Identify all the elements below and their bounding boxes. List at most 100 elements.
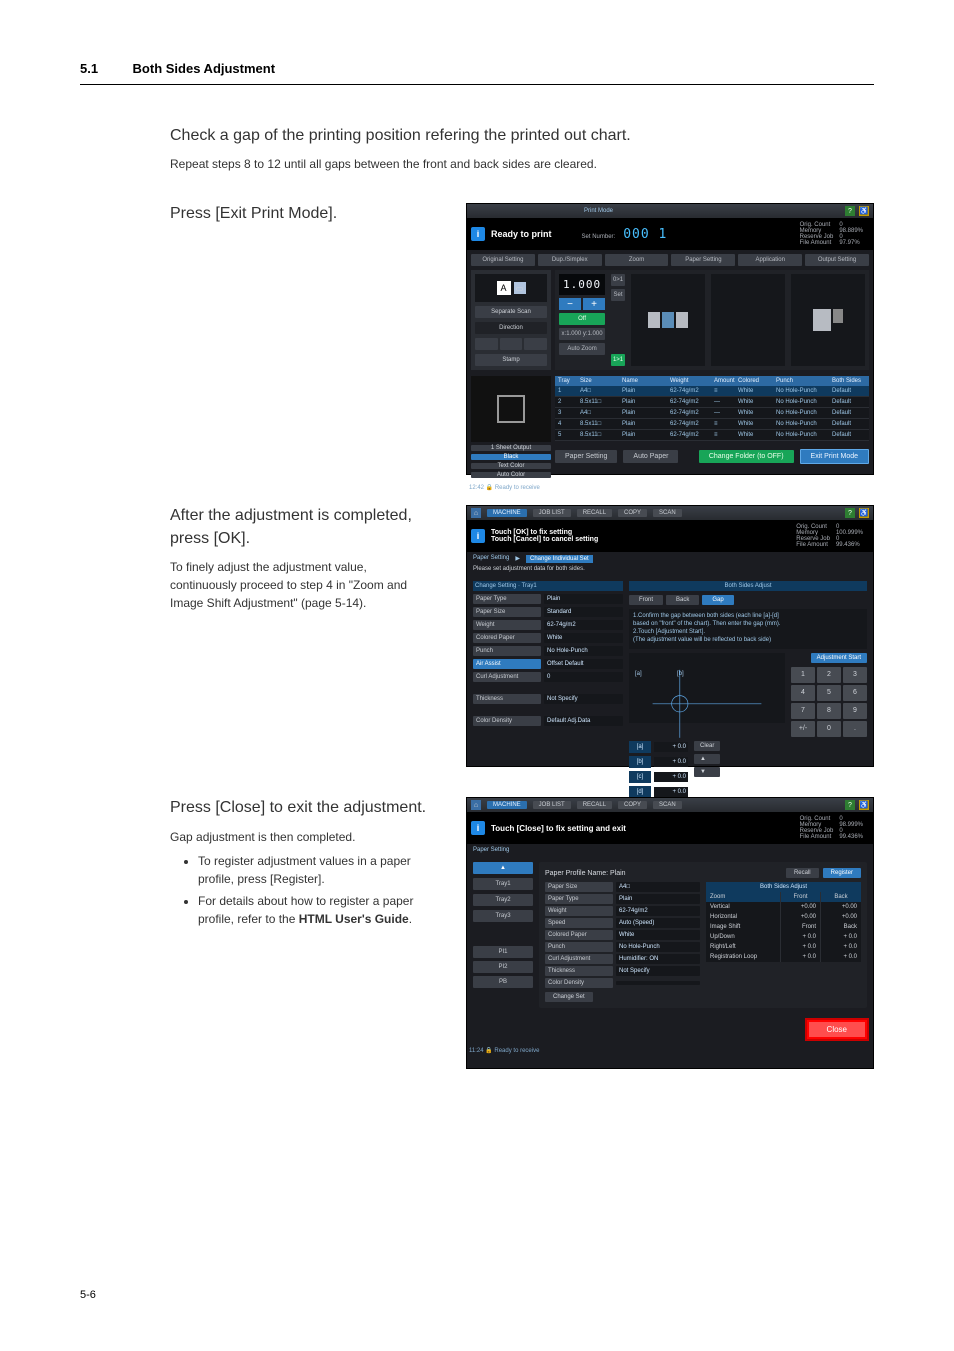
keypad-key[interactable]: 7 [791,703,815,719]
tab-gap[interactable]: Gap [702,595,733,605]
machine-icon: ⌂ [471,800,481,810]
keypad-key[interactable]: 3 [843,667,867,683]
tab-scan[interactable]: SCAN [653,801,682,809]
black-button[interactable]: Black [471,454,551,460]
zoom-off-button[interactable]: Off [559,313,605,325]
zoom-minus-button[interactable]: − [559,298,581,310]
colored-paper-value[interactable]: White [544,633,623,643]
air-assist-value[interactable]: Offset Default [544,659,623,669]
tab-job-list[interactable]: JOB LIST [533,509,571,517]
dir-btn-1[interactable] [475,338,498,350]
keypad-key[interactable]: 6 [843,685,867,701]
separate-scan-button[interactable]: Separate Scan [475,306,547,318]
text-color-button[interactable]: Text Color [471,463,551,469]
paper-type-value[interactable]: Plain [544,594,623,604]
tab-output-setting[interactable]: Output Setting [805,254,869,266]
header-stats: Orig. Count0 Memory98.999% Reserve Job0 … [800,816,869,840]
access-icon[interactable]: ♿ [859,206,869,216]
keypad-key[interactable]: 1 [791,667,815,683]
arrow-up-button[interactable]: ▲ [694,754,720,764]
access-icon[interactable]: ♿ [859,800,869,810]
frame-erase-icon[interactable]: ▭ [514,282,526,294]
one-sheet-output[interactable]: 1 Sheet Output [471,445,551,451]
adjustment-start-button[interactable]: Adjustment Start [811,653,867,663]
keypad-key[interactable]: +/- [791,721,815,737]
arrow-down-button[interactable]: ▼ [694,767,720,777]
stamp-button[interactable]: Stamp [475,354,547,366]
profile-name: Paper Profile Name: Plain [545,870,626,877]
step-lead: Check a gap of the printing position ref… [170,125,874,147]
dup-1-1[interactable]: 1>1 [611,354,625,366]
keypad-key[interactable]: 2 [817,667,841,683]
tray1[interactable]: Tray1 [473,878,533,890]
info-icon: i [471,227,485,241]
help-icon[interactable]: ? [845,206,855,216]
tray2[interactable]: Tray2 [473,894,533,906]
keypad-key[interactable]: 8 [817,703,841,719]
zoom-plus-button[interactable]: + [583,298,605,310]
auto-zoom-button[interactable]: Auto Zoom [559,343,605,355]
tab-paper-setting[interactable]: Paper Setting [671,254,735,266]
section-title: Both Sides Adjustment [133,61,276,76]
keypad-key[interactable]: 9 [843,703,867,719]
tab-recall[interactable]: RECALL [577,801,612,809]
help-icon[interactable]: ? [845,508,855,518]
curl-value[interactable]: 0 [544,672,623,682]
dup-0-1[interactable]: 0>1 [611,274,625,286]
tray-up[interactable]: ▲ [473,862,533,874]
register-button[interactable]: Register [823,868,861,878]
table-row[interactable]: 48.5x11□Plain62-74g/m2≡WhiteNo Hole-Punc… [555,419,869,430]
tray3[interactable]: Tray3 [473,910,533,922]
close-button[interactable]: Close [807,1020,867,1039]
tab-original-setting[interactable]: Original Setting [471,254,535,266]
keypad-key[interactable]: 0 [817,721,841,737]
paper-setting-button[interactable]: Paper Setting [555,450,617,463]
tab-machine[interactable]: MACHINE [487,509,527,517]
dir-btn-2[interactable] [500,338,523,350]
table-row[interactable]: 3A4□Plain62-74g/m2—WhiteNo Hole-PunchDef… [555,408,869,419]
tab-back[interactable]: Back [666,595,699,605]
tab-copy[interactable]: COPY [618,509,647,517]
color-density-value[interactable]: Default Adj.Data [544,716,623,726]
change-folder-button[interactable]: Change Folder (to OFF) [699,450,794,463]
keypad-key[interactable]: 5 [817,685,841,701]
auto-color-button[interactable]: Auto Color [471,472,551,478]
profile-field: Color Density [545,978,700,988]
tab-front[interactable]: Front [629,595,663,605]
keypad-key[interactable]: 4 [791,685,815,701]
tab-copy[interactable]: COPY [618,801,647,809]
step-bullets: To register adjustment values in a paper… [198,852,436,928]
tab-application[interactable]: Application [738,254,802,266]
orientation-icon[interactable]: A [497,281,511,295]
tab-duplex[interactable]: Dup./Simplex [538,254,602,266]
breadcrumb: Paper Setting [473,555,509,563]
thickness-value[interactable]: Not Specify [544,694,623,704]
table-row[interactable]: 58.5x11□Plain62-74g/m2≡WhiteNo Hole-Punc… [555,430,869,441]
dir-btn-3[interactable] [524,338,547,350]
exit-print-mode-button[interactable]: Exit Print Mode [800,449,869,464]
table-row[interactable]: 28.5x11□Plain62-74g/m2—WhiteNo Hole-Punc… [555,397,869,408]
tab-zoom[interactable]: Zoom [605,254,669,266]
tab-machine[interactable]: MACHINE [487,801,527,809]
step-exit-print-mode: Press [Exit Print Mode]. Print Mode ? ♿ … [80,203,874,475]
pi1[interactable]: PI1 [473,946,533,958]
tab-job-list[interactable]: JOB LIST [533,801,571,809]
keypad-key[interactable]: . [843,721,867,737]
paper-size-value[interactable]: Standard [544,607,623,617]
step-check-gap: Check a gap of the printing position ref… [80,125,874,173]
both-sides-values: Both Sides Adjust Zoom Front Back Vertic… [706,882,861,988]
tab-scan[interactable]: SCAN [653,509,682,517]
set-button[interactable]: Set [611,289,625,301]
access-icon[interactable]: ♿ [859,508,869,518]
pb[interactable]: PB [473,976,533,988]
change-set-button[interactable]: Change Set [545,992,593,1002]
pi2[interactable]: PI2 [473,961,533,973]
auto-paper-button[interactable]: Auto Paper [623,450,678,463]
weight-value[interactable]: 62-74g/m2 [544,620,623,630]
recall-button[interactable]: Recall [786,868,819,878]
help-icon[interactable]: ? [845,800,855,810]
profile-field: Colored PaperWhite [545,930,700,940]
tab-recall[interactable]: RECALL [577,509,612,517]
table-row[interactable]: 1A4□Plain62-74g/m2≡WhiteNo Hole-PunchDef… [555,386,869,397]
punch-value[interactable]: No Hole-Punch [544,646,623,656]
